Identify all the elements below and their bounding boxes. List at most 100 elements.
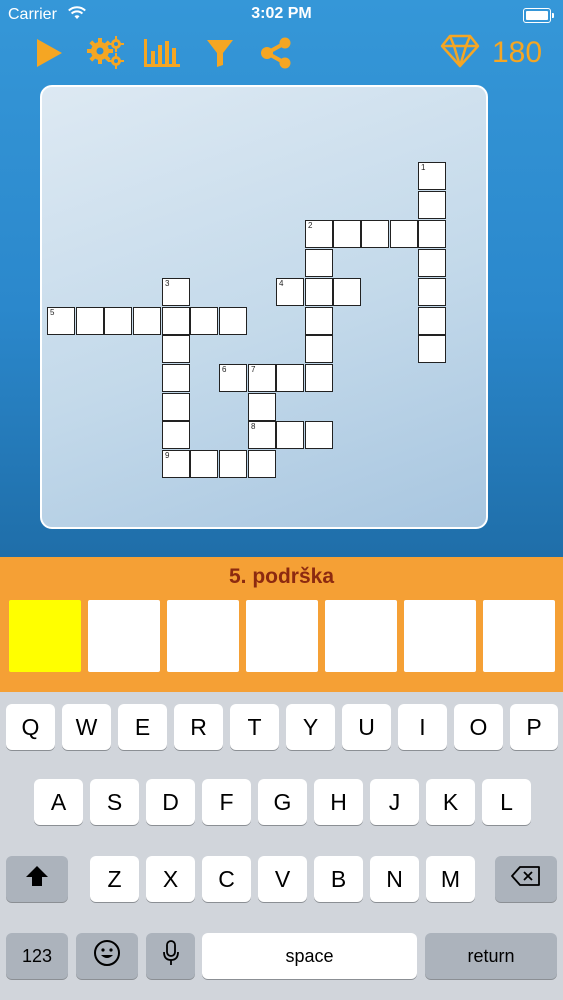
answer-box[interactable]: [404, 600, 476, 672]
crossword-cell[interactable]: 2: [305, 220, 333, 248]
crossword-cell[interactable]: 7: [248, 364, 276, 392]
return-key[interactable]: return: [425, 933, 557, 979]
crossword-cell[interactable]: [219, 450, 247, 478]
key-b[interactable]: B: [314, 856, 363, 902]
crossword-cell[interactable]: [418, 335, 446, 363]
space-key[interactable]: space: [202, 933, 417, 979]
numbers-key[interactable]: 123: [6, 933, 68, 979]
clue-number: 2: [308, 221, 313, 230]
clue-number: 5: [50, 308, 55, 317]
crossword-cell[interactable]: [162, 307, 190, 335]
crossword-cell[interactable]: [305, 307, 333, 335]
key-e[interactable]: E: [118, 704, 167, 750]
crossword-cell[interactable]: [305, 421, 333, 449]
crossword-cell[interactable]: [418, 307, 446, 335]
answer-box[interactable]: [88, 600, 160, 672]
key-g[interactable]: G: [258, 779, 307, 825]
key-x[interactable]: X: [146, 856, 195, 902]
key-j[interactable]: J: [370, 779, 419, 825]
clue-number: 7: [251, 365, 256, 374]
key-k[interactable]: K: [426, 779, 475, 825]
crossword-cell[interactable]: 5: [47, 307, 75, 335]
key-f[interactable]: F: [202, 779, 251, 825]
key-c[interactable]: C: [202, 856, 251, 902]
crossword-cell[interactable]: [305, 364, 333, 392]
crossword-cell[interactable]: [248, 450, 276, 478]
filter-icon[interactable]: [205, 35, 235, 71]
crossword-cell[interactable]: 9: [162, 450, 190, 478]
answer-box[interactable]: [246, 600, 318, 672]
answer-box[interactable]: [167, 600, 239, 672]
crossword-cell[interactable]: [418, 191, 446, 219]
crossword-cell[interactable]: [276, 421, 304, 449]
crossword-cell[interactable]: 3: [162, 278, 190, 306]
share-icon[interactable]: [259, 35, 293, 71]
answer-box[interactable]: [325, 600, 397, 672]
answer-box[interactable]: [483, 600, 555, 672]
diamond-icon: [440, 34, 480, 73]
key-u[interactable]: U: [342, 704, 391, 750]
crossword-cell[interactable]: [162, 421, 190, 449]
crossword-cell[interactable]: 1: [418, 162, 446, 190]
key-o[interactable]: O: [454, 704, 503, 750]
clue-panel: 5. podrška: [0, 557, 563, 692]
key-r[interactable]: R: [174, 704, 223, 750]
key-m[interactable]: M: [426, 856, 475, 902]
key-y[interactable]: Y: [286, 704, 335, 750]
crossword-cell[interactable]: [305, 278, 333, 306]
key-i[interactable]: I: [398, 704, 447, 750]
crossword-cell[interactable]: 4: [276, 278, 304, 306]
key-w[interactable]: W: [62, 704, 111, 750]
key-s[interactable]: S: [90, 779, 139, 825]
key-l[interactable]: L: [482, 779, 531, 825]
crossword-cell[interactable]: [361, 220, 389, 248]
crossword-cell[interactable]: [76, 307, 104, 335]
crossword-cell[interactable]: [162, 393, 190, 421]
shift-arrow-icon: [24, 864, 50, 894]
key-h[interactable]: H: [314, 779, 363, 825]
crossword-cell[interactable]: [418, 249, 446, 277]
key-q[interactable]: Q: [6, 704, 55, 750]
crossword-cell[interactable]: [133, 307, 161, 335]
clue-number: 1: [421, 163, 426, 172]
shift-key[interactable]: [6, 856, 68, 902]
play-icon[interactable]: [33, 35, 65, 71]
backspace-key[interactable]: [495, 856, 557, 902]
crossword-cell[interactable]: [333, 278, 361, 306]
key-v[interactable]: V: [258, 856, 307, 902]
crossword-cell[interactable]: 6: [219, 364, 247, 392]
key-z[interactable]: Z: [90, 856, 139, 902]
stats-chart-icon[interactable]: [142, 35, 182, 71]
crossword-cell[interactable]: [276, 364, 304, 392]
microphone-icon: [162, 939, 180, 973]
crossword-cell[interactable]: [104, 307, 132, 335]
key-t[interactable]: T: [230, 704, 279, 750]
clue-number: 3: [165, 279, 170, 288]
answer-box[interactable]: [9, 600, 81, 672]
crossword-cell[interactable]: [333, 220, 361, 248]
crossword-cell[interactable]: 8: [248, 421, 276, 449]
clue-text: 5. podrška: [228, 565, 335, 588]
key-d[interactable]: D: [146, 779, 195, 825]
settings-gears-icon[interactable]: [86, 35, 126, 71]
gem-counter: 180: [440, 34, 543, 73]
clue-number: 4: [279, 279, 284, 288]
key-p[interactable]: P: [510, 704, 558, 750]
emoji-key[interactable]: [76, 933, 138, 979]
crossword-cell[interactable]: [162, 335, 190, 363]
crossword-cell[interactable]: [248, 393, 276, 421]
gem-count: 180: [492, 36, 543, 69]
crossword-cell[interactable]: [418, 220, 446, 248]
crossword-cell[interactable]: [190, 450, 218, 478]
status-bar: Carrier 3:02 PM: [0, 0, 563, 30]
crossword-cell[interactable]: [390, 220, 418, 248]
crossword-cell[interactable]: [305, 335, 333, 363]
key-a[interactable]: A: [34, 779, 83, 825]
crossword-cell[interactable]: [219, 307, 247, 335]
crossword-cell[interactable]: [305, 249, 333, 277]
crossword-cell[interactable]: [162, 364, 190, 392]
crossword-cell[interactable]: [418, 278, 446, 306]
dictation-key[interactable]: [146, 933, 195, 979]
crossword-cell[interactable]: [190, 307, 218, 335]
key-n[interactable]: N: [370, 856, 419, 902]
